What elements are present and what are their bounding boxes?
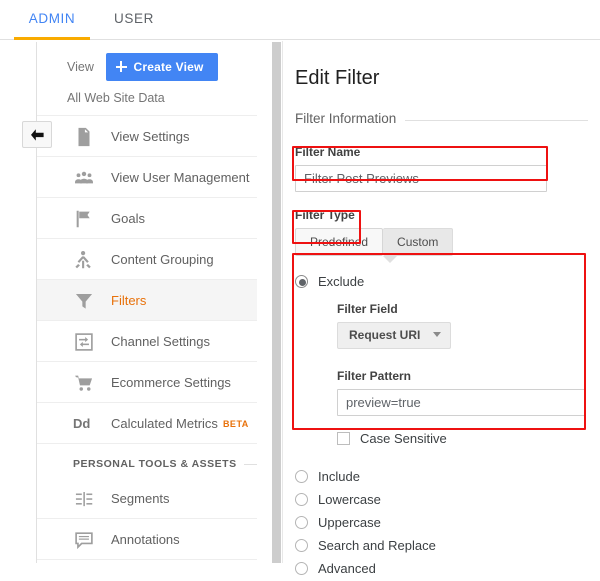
person-branch-icon <box>73 249 95 271</box>
sidebar-item-ecommerce-settings[interactable]: Ecommerce Settings <box>37 362 257 403</box>
section-header-label: PERSONAL TOOLS & ASSETS <box>73 444 244 484</box>
sidebar-item-label: Calculated Metrics <box>111 416 218 431</box>
custom-tab-caret-icon <box>383 256 397 263</box>
radio-lowercase-label: Lowercase <box>318 492 381 507</box>
sidebar-item-label: Ecommerce Settings <box>111 375 231 390</box>
filter-field-label: Filter Field <box>337 302 398 316</box>
filter-type-toggle-group: Predefined Custom <box>295 228 588 263</box>
radio-include[interactable] <box>295 470 308 483</box>
filter-verb-include-row[interactable]: Include <box>295 467 588 489</box>
sidebar-item-label: Content Grouping <box>111 252 214 267</box>
sidebar-menu: View Settings View User Management Goals… <box>37 116 272 444</box>
filter-name-input[interactable] <box>295 165 547 192</box>
dd-text-icon: Dd <box>73 416 91 431</box>
sidebar-personal-menu: Segments Annotations <box>37 478 272 560</box>
filter-name-label: Filter Name <box>295 145 361 159</box>
segments-icon <box>73 488 95 510</box>
sidebar-item-view-settings[interactable]: View Settings <box>37 116 257 157</box>
radio-exclude-label: Exclude <box>318 274 365 289</box>
plus-icon <box>115 61 127 72</box>
view-header: View Create View <box>37 41 272 89</box>
sidebar-item-goals[interactable]: Goals <box>37 198 257 239</box>
filter-type-custom-button[interactable]: Custom <box>383 228 454 256</box>
filter-pattern-label: Filter Pattern <box>337 369 412 383</box>
radio-lowercase[interactable] <box>295 493 308 506</box>
filter-verb-search-and-replace-row[interactable]: Search and Replace <box>295 536 588 558</box>
funnel-icon <box>73 290 95 312</box>
shopping-cart-icon <box>73 372 95 394</box>
case-sensitive-label: Case Sensitive <box>360 431 447 446</box>
flag-icon <box>73 208 95 230</box>
filter-information-section-header: Filter Information <box>295 111 588 129</box>
back-button[interactable] <box>22 121 52 148</box>
sidebar-section-header: PERSONAL TOOLS & ASSETS <box>37 444 257 484</box>
chevron-down-icon <box>433 332 442 337</box>
sidebar-item-annotations[interactable]: Annotations <box>37 519 257 560</box>
radio-include-label: Include <box>318 469 360 484</box>
case-sensitive-checkbox[interactable] <box>337 432 350 445</box>
create-view-button[interactable]: Create View <box>105 53 218 81</box>
sidebar-scrollbar[interactable] <box>272 42 281 563</box>
beta-badge: BETA <box>222 419 249 429</box>
view-label: View <box>67 60 94 74</box>
sidebar-item-label: Filters <box>111 293 147 308</box>
edit-filter-panel: Edit Filter Filter Information Filter Na… <box>282 41 600 576</box>
tab-admin[interactable]: ADMIN <box>14 0 90 40</box>
sidebar-item-label: View Settings <box>111 129 190 144</box>
sidebar-item-label: Channel Settings <box>111 334 211 349</box>
filter-type-predefined-button[interactable]: Predefined <box>295 228 384 256</box>
filter-verb-advanced-row[interactable]: Advanced <box>295 559 588 581</box>
filter-pattern-input[interactable] <box>337 389 586 416</box>
radio-uppercase-label: Uppercase <box>318 515 381 530</box>
arrow-left-icon <box>31 129 44 141</box>
people-icon <box>73 167 95 189</box>
sidebar-item-view-user-management[interactable]: View User Management <box>37 157 257 198</box>
filter-field-dropdown[interactable]: Request URI <box>337 322 452 349</box>
comment-icon <box>73 529 95 551</box>
radio-uppercase[interactable] <box>295 516 308 529</box>
sidebar-item-calculated-metrics[interactable]: Dd Calculated Metrics BETA <box>37 403 257 444</box>
radio-advanced[interactable] <box>295 562 308 575</box>
filter-field-value: Request URI <box>349 328 421 342</box>
channel-icon <box>73 331 95 353</box>
document-icon <box>73 126 95 148</box>
section-label: Filter Information <box>295 111 406 126</box>
admin-sidebar: View Create View All Web Site Data View … <box>37 41 272 563</box>
filter-type-label: Filter Type <box>295 208 355 222</box>
case-sensitive-row[interactable]: Case Sensitive <box>337 431 588 451</box>
radio-exclude[interactable] <box>295 275 308 288</box>
radio-advanced-label: Advanced <box>318 561 376 576</box>
radio-search-and-replace-label: Search and Replace <box>318 538 436 553</box>
current-view-name[interactable]: All Web Site Data <box>37 89 257 116</box>
sidebar-item-label: View User Management <box>111 170 250 185</box>
filter-verb-exclude-row[interactable]: Exclude <box>295 272 588 294</box>
tab-user[interactable]: USER <box>100 0 168 40</box>
sidebar-item-label: Goals <box>111 211 145 226</box>
sidebar-item-content-grouping[interactable]: Content Grouping <box>37 239 257 280</box>
sidebar-item-label: Segments <box>111 491 170 506</box>
active-tab-indicator <box>14 37 90 40</box>
filter-verb-lowercase-row[interactable]: Lowercase <box>295 490 588 512</box>
radio-search-and-replace[interactable] <box>295 539 308 552</box>
sidebar-item-segments[interactable]: Segments <box>37 478 257 519</box>
page-title: Edit Filter <box>295 67 380 89</box>
top-tab-bar: ADMIN USER <box>0 0 600 40</box>
sidebar-item-label: Annotations <box>111 532 180 547</box>
sidebar-item-filters[interactable]: Filters <box>37 280 257 321</box>
sidebar-item-channel-settings[interactable]: Channel Settings <box>37 321 257 362</box>
filter-verb-uppercase-row[interactable]: Uppercase <box>295 513 588 535</box>
create-view-label: Create View <box>133 60 204 74</box>
